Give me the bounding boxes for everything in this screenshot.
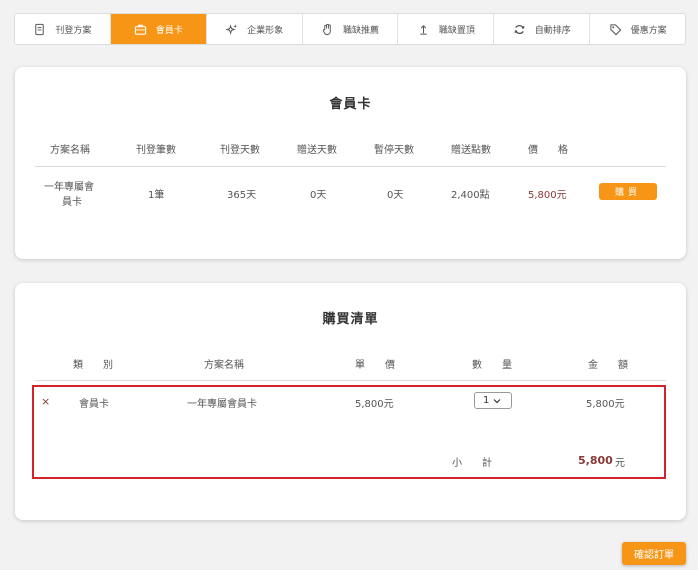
header-unit-price: 單 價 [355, 360, 395, 371]
header-price: 價 格 [528, 145, 568, 156]
buy-button[interactable]: 購買 [599, 183, 657, 200]
briefcase-icon [134, 24, 146, 35]
header-postings: 刊登筆數 [136, 145, 176, 156]
tab-auto-sort[interactable]: 自動排序 [494, 14, 591, 44]
chevron-down-icon [493, 398, 501, 403]
document-icon [35, 23, 45, 35]
tab-label: 企業形象 [247, 25, 284, 36]
tab-member-card[interactable]: 會員卡 [110, 14, 207, 44]
subtotal-label: 小 計 [452, 458, 492, 469]
refresh-icon [514, 24, 524, 34]
plan-days: 365天 [227, 190, 257, 201]
tab-label: 優惠方案 [630, 25, 667, 36]
tab-listing-plan[interactable]: 刊登方案 [15, 14, 111, 44]
tab-discount[interactable]: 優惠方案 [590, 14, 685, 44]
quantity-select[interactable]: 1 [474, 392, 512, 409]
member-card-title: 會員卡 [329, 97, 372, 112]
arrow-up-icon [420, 24, 427, 35]
plan-postings: 1筆 [148, 190, 165, 201]
plan-name-line1: 一年專屬會 [44, 182, 94, 193]
item-name: 一年專屬會員卡 [187, 399, 257, 410]
plan-bonus-points: 2,400點 [451, 190, 490, 201]
tab-label: 職缺置頂 [438, 25, 475, 36]
confirm-order-button[interactable]: 確認訂單 [622, 542, 686, 565]
tab-bar: 刊登方案 會員卡 企業形象 職缺推薦 職缺置頂 自動排序 優惠方案 [14, 13, 686, 45]
header-pause-days: 暫停天數 [374, 145, 414, 156]
plan-pause-days: 0天 [387, 190, 404, 201]
sparkle-icon [225, 23, 238, 35]
tab-label: 刊登方案 [55, 25, 92, 36]
tab-label: 自動排序 [534, 25, 571, 36]
tab-job-pin[interactable]: 職缺置頂 [398, 14, 495, 44]
plan-price: 5,800元 [528, 190, 567, 201]
header-days: 刊登天數 [220, 145, 260, 156]
tab-label: 會員卡 [155, 25, 183, 36]
header-bonus-days: 贈送天數 [297, 145, 337, 156]
item-category: 會員卡 [79, 399, 109, 410]
header-category: 類 別 [73, 360, 113, 371]
member-card-panel: 會員卡 方案名稱 刊登筆數 刊登天數 贈送天數 暫停天數 贈送點數 價 格 一年… [15, 67, 686, 259]
subtotal-unit: 元 [615, 458, 625, 469]
header-divider [35, 380, 666, 381]
tab-label: 職缺推薦 [343, 25, 380, 36]
subtotal-value: 5,800 [578, 454, 613, 467]
header-amount: 金 額 [588, 360, 628, 371]
tab-corporate-image[interactable]: 企業形象 [207, 14, 303, 44]
highlight-box [32, 385, 666, 479]
plan-name-line2: 員卡 [62, 197, 82, 208]
tab-job-recommend[interactable]: 職缺推薦 [303, 14, 399, 44]
tag-icon [609, 23, 621, 35]
plan-bonus-days: 0天 [310, 190, 327, 201]
header-bonus-points: 贈送點數 [451, 145, 491, 156]
cart-title: 購買清單 [322, 312, 379, 327]
header-plan-name: 方案名稱 [50, 145, 90, 156]
header-quantity: 數 量 [472, 360, 512, 371]
item-amount: 5,800元 [586, 399, 625, 410]
quantity-value: 1 [483, 395, 490, 406]
remove-item-button[interactable]: × [41, 395, 50, 408]
item-unit-price: 5,800元 [355, 399, 394, 410]
hand-icon [322, 23, 331, 35]
header-plan-name: 方案名稱 [204, 360, 244, 371]
header-divider [35, 166, 666, 167]
